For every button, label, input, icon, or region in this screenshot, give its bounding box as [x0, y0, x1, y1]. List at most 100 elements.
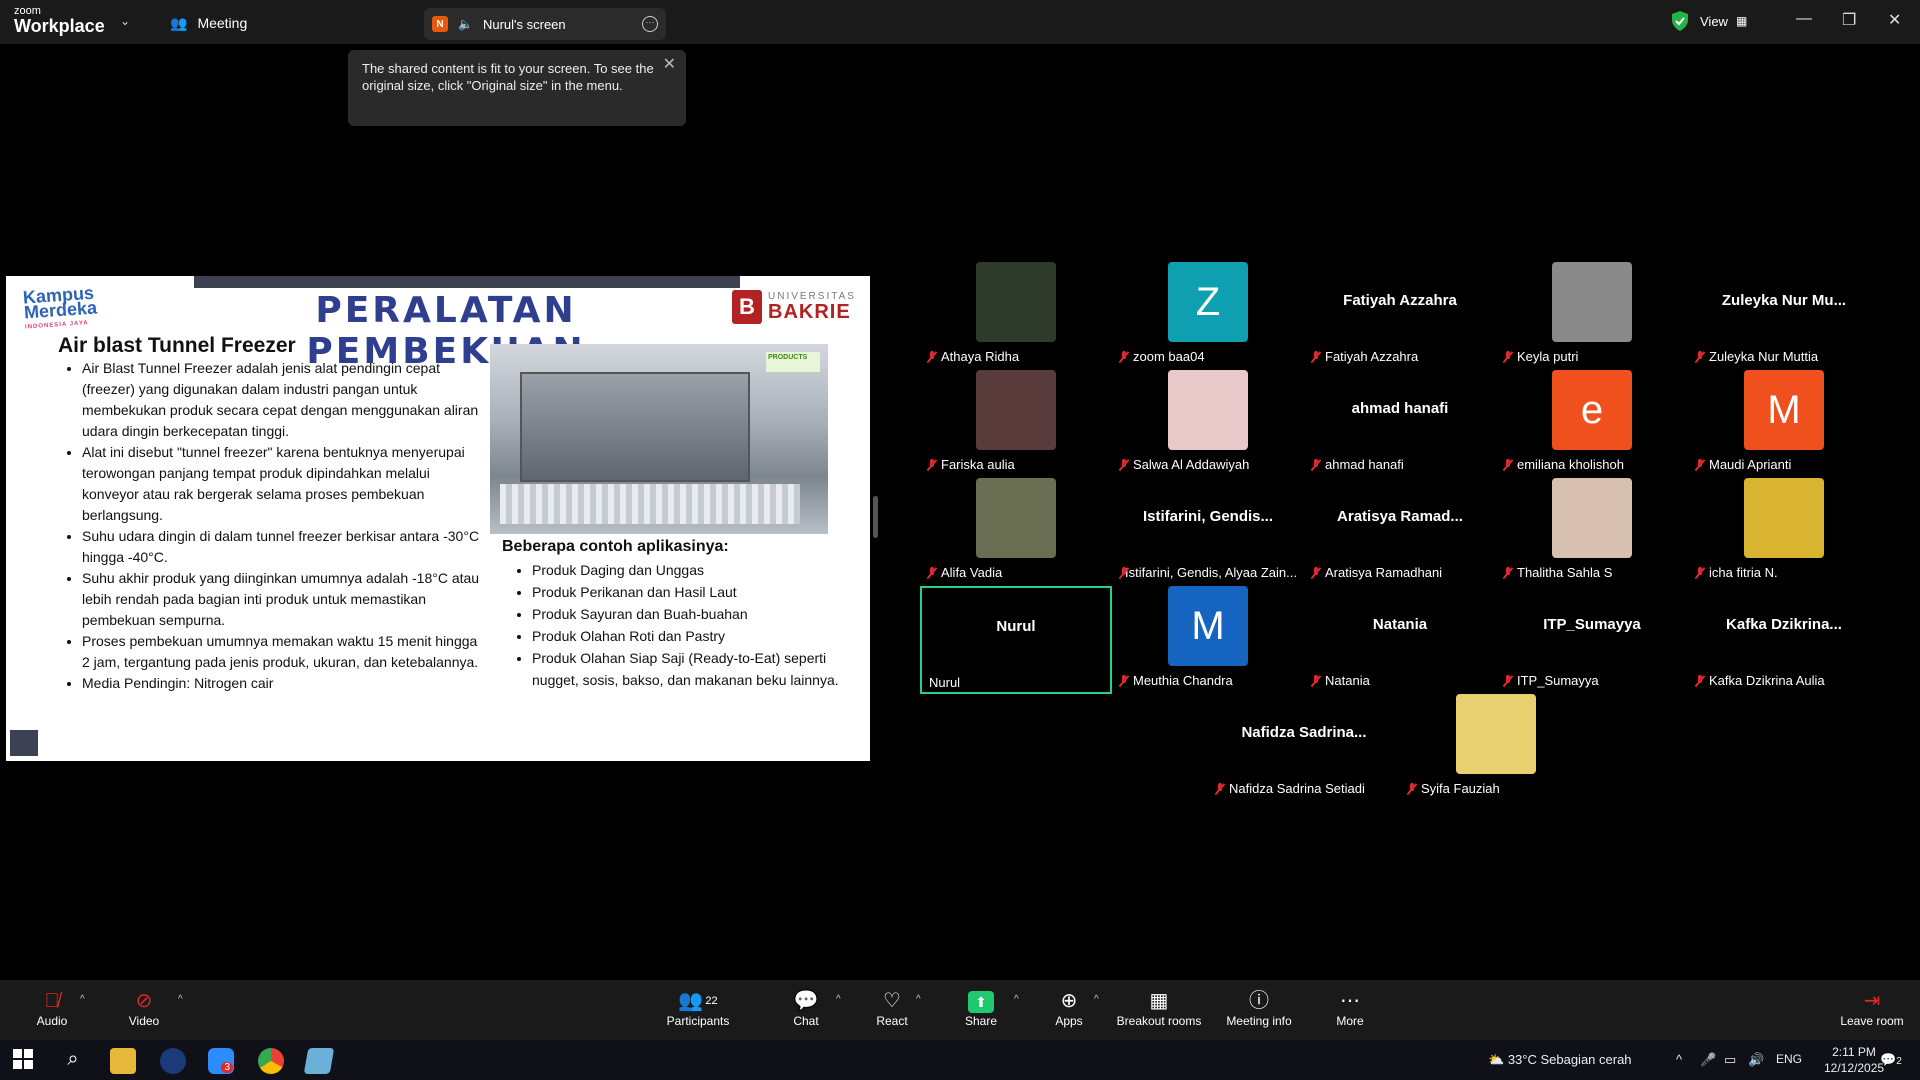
- notifications-icon[interactable]: 💬2: [1880, 1052, 1902, 1068]
- more-button[interactable]: ⋯ More: [1336, 988, 1364, 1028]
- weather-text: 33°C Sebagian cerah: [1507, 1052, 1632, 1067]
- participant-avatar: M: [1744, 370, 1824, 450]
- video-options-caret[interactable]: ^: [178, 994, 183, 1005]
- split-view-handle[interactable]: [873, 496, 878, 538]
- participant-tile[interactable]: Syifa Fauziah: [1400, 694, 1592, 802]
- participant-name-label: Syifa Fauziah: [1404, 780, 1503, 797]
- chat-options-caret[interactable]: ^: [836, 994, 841, 1005]
- chat-button[interactable]: 💬 Chat: [792, 988, 820, 1028]
- participant-tile[interactable]: Fatiyah Azzahra Fatiyah Azzahra: [1304, 262, 1496, 370]
- breakout-label: Breakout rooms: [1116, 1014, 1202, 1028]
- participant-name-label: zoom baa04: [1116, 348, 1208, 365]
- mic-muted-icon: [927, 458, 937, 471]
- shield-icon[interactable]: [1670, 10, 1690, 32]
- react-options-caret[interactable]: ^: [916, 994, 921, 1005]
- minimize-icon[interactable]: —: [1796, 10, 1812, 28]
- participant-name-label: emiliana kholishoh: [1500, 456, 1627, 473]
- participant-name-label: Fatiyah Azzahra: [1308, 348, 1422, 365]
- participant-name: Aratisya Ramadhani: [1325, 565, 1443, 580]
- participants-button[interactable]: 👥 22 Participants: [664, 988, 732, 1028]
- participant-tile[interactable]: Aratisya Ramad... Aratisya Ramadhani: [1304, 478, 1496, 586]
- chevron-up-icon[interactable]: ^: [1676, 1052, 1682, 1067]
- language-indicator[interactable]: ENG: [1776, 1052, 1802, 1066]
- title-bar: zoom Workplace ⌄ 👥 Meeting N 🔈 Nurul's s…: [0, 0, 1920, 44]
- list-item: Produk Perikanan dan Hasil Laut: [532, 581, 844, 603]
- mic-muted-icon: [1215, 782, 1225, 795]
- mic-muted-icon: [1119, 350, 1129, 363]
- shared-screen-tab[interactable]: N 🔈 Nurul's screen ···: [424, 8, 666, 40]
- video-button[interactable]: ⊘ Video: [126, 988, 162, 1028]
- mic-muted-icon: [1119, 458, 1129, 471]
- participant-name: Fatiyah Azzahra: [1325, 349, 1419, 364]
- participant-tile[interactable]: Alifa Vadia: [920, 478, 1112, 586]
- chrome-icon[interactable]: [258, 1048, 284, 1074]
- breakout-grid-icon: ▦: [1149, 990, 1169, 1012]
- clock[interactable]: 2:11 PM 12/12/2025: [1824, 1044, 1884, 1076]
- windows-start-icon[interactable]: [12, 1048, 38, 1074]
- participant-tile[interactable]: Athaya Ridha: [920, 262, 1112, 370]
- weather-widget[interactable]: ⛅ 33°C Sebagian cerah: [1488, 1052, 1654, 1068]
- restore-icon[interactable]: ❐: [1842, 10, 1856, 30]
- app-icon[interactable]: [303, 1048, 335, 1074]
- meeting-info-button[interactable]: ⓘ Meeting info: [1224, 988, 1294, 1028]
- participant-tile[interactable]: Nurul Nurul: [920, 586, 1112, 694]
- participant-tile[interactable]: Kafka Dzikrina... Kafka Dzikrina Aulia: [1688, 586, 1880, 694]
- camera-app-icon[interactable]: [160, 1048, 186, 1074]
- audio-options-caret[interactable]: ^: [80, 994, 85, 1005]
- participant-tile[interactable]: Zzoom baa04: [1112, 262, 1304, 370]
- list-item: Proses pembekuan umumnya memakan waktu 1…: [82, 631, 484, 673]
- network-icon[interactable]: ▭: [1724, 1052, 1736, 1068]
- participant-tile[interactable]: e emiliana kholishoh: [1496, 370, 1688, 478]
- participant-name-label: ahmad hanafi: [1308, 456, 1407, 473]
- shared-slide[interactable]: Kampus Merdeka INDONESIA JAYA PERALATAN …: [6, 276, 870, 761]
- tunnel-freezer-photo: PRODUCTS: [490, 344, 828, 534]
- close-icon[interactable]: ✕: [663, 56, 676, 73]
- participant-tile[interactable]: Nafidza Sadrina... Nafidza Sadrina Setiad…: [1208, 694, 1400, 802]
- breakout-rooms-button[interactable]: ▦ Breakout rooms: [1116, 988, 1202, 1028]
- search-icon[interactable]: ⌕: [60, 1048, 86, 1074]
- react-icon: ♡: [883, 990, 901, 1012]
- list-item: Media Pendingin: Nitrogen cair: [82, 673, 484, 694]
- share-arrow-icon: ⬆: [968, 991, 994, 1013]
- chat-icon: 💬: [793, 990, 819, 1012]
- mic-muted-icon: [1311, 566, 1321, 579]
- participant-name-label: Salwa Al Addawiyah: [1116, 456, 1253, 473]
- mic-muted-icon: [1311, 458, 1321, 471]
- more-options-icon[interactable]: ···: [642, 16, 658, 32]
- share-options-caret[interactable]: ^: [1014, 994, 1019, 1005]
- participant-tile[interactable]: Zuleyka Nur Mu... Zuleyka Nur Muttia: [1688, 262, 1880, 370]
- apps-options-caret[interactable]: ^: [1094, 994, 1099, 1005]
- volume-icon[interactable]: 🔊: [1748, 1052, 1764, 1068]
- participant-avatar: [1552, 262, 1632, 342]
- zoom-taskbar-icon[interactable]: 3: [208, 1048, 234, 1074]
- photo-tag: PRODUCTS: [766, 352, 820, 372]
- meeting-tab[interactable]: 👥 Meeting: [170, 12, 247, 34]
- apps-button[interactable]: ⊕ Apps: [1053, 988, 1085, 1028]
- participant-name-label: Nafidza Sadrina Setiadi: [1212, 780, 1368, 797]
- info-icon: ⓘ: [1249, 990, 1269, 1012]
- react-button[interactable]: ♡ React: [875, 988, 909, 1028]
- participant-tile[interactable]: Salwa Al Addawiyah: [1112, 370, 1304, 478]
- participant-tile[interactable]: Keyla putri: [1496, 262, 1688, 370]
- participant-tile[interactable]: Thalitha Sahla S: [1496, 478, 1688, 586]
- participant-tile[interactable]: M Maudi Aprianti: [1688, 370, 1880, 478]
- mic-icon[interactable]: 🎤: [1700, 1052, 1716, 1068]
- participant-tile[interactable]: Istifarini, Gendis... Istifarini, Gendis,…: [1112, 478, 1304, 586]
- participant-tile[interactable]: Fariska aulia: [920, 370, 1112, 478]
- participant-tile[interactable]: Natania Natania: [1304, 586, 1496, 694]
- participant-tile[interactable]: ahmad hanafi ahmad hanafi: [1304, 370, 1496, 478]
- leave-room-button[interactable]: ⇥ Leave room: [1840, 988, 1904, 1028]
- audio-button[interactable]: 🎙̸ Audio: [34, 988, 70, 1028]
- file-explorer-icon[interactable]: [110, 1048, 136, 1074]
- people-icon: 👥: [170, 14, 188, 31]
- meeting-label: Meeting: [197, 15, 248, 31]
- participant-tile[interactable]: icha fitria N.: [1688, 478, 1880, 586]
- view-button[interactable]: View ▦: [1700, 10, 1770, 32]
- close-icon[interactable]: ✕: [1888, 10, 1901, 30]
- participant-tile[interactable]: M Meuthia Chandra: [1112, 586, 1304, 694]
- participant-tile[interactable]: ITP_Sumayya ITP_Sumayya: [1496, 586, 1688, 694]
- chevron-down-icon[interactable]: ⌄: [120, 14, 130, 28]
- participant-name: Athaya Ridha: [941, 349, 1020, 364]
- participant-name-label: Athaya Ridha: [924, 348, 1023, 365]
- share-button[interactable]: ⬆ Share: [964, 988, 998, 1028]
